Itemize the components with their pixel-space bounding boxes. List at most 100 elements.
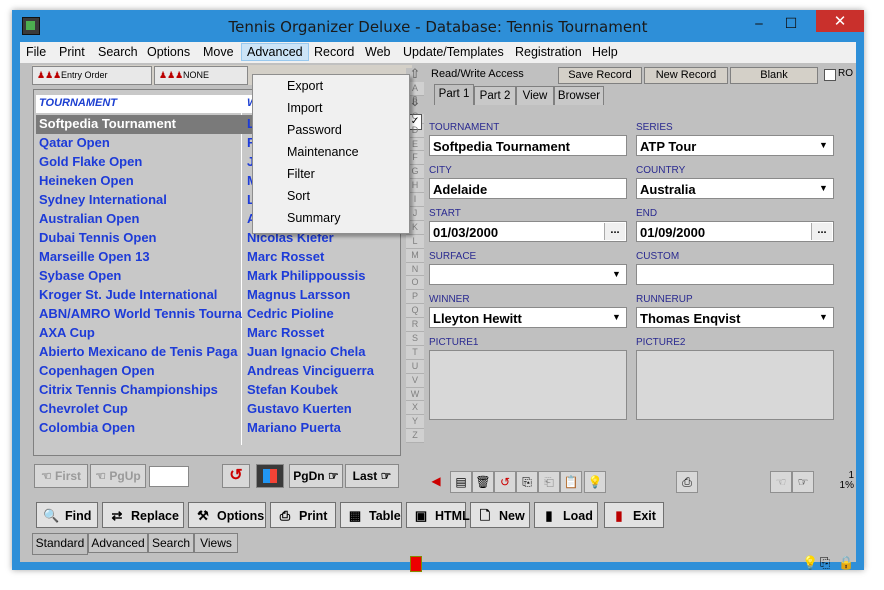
table-button[interactable]: ▦ Table [340, 502, 402, 528]
table-row[interactable]: ABN/AMRO World Tennis Tourna Cedric Pioli… [36, 305, 398, 324]
winner-cell[interactable]: Gustavo Kuerten [247, 401, 397, 416]
alpha-letter[interactable]: W [406, 387, 424, 402]
alpha-letter[interactable]: P [406, 290, 424, 305]
hand-right-icon[interactable]: ☞ [792, 471, 814, 493]
menu-password[interactable]: Password [253, 119, 409, 141]
trash-icon[interactable]: 🗑 [472, 471, 494, 493]
chevron-down-icon[interactable]: ▼ [815, 180, 832, 197]
paste-record-icon[interactable]: ⎗ [538, 471, 560, 493]
tab-advanced[interactable]: Advanced [88, 533, 148, 553]
lock-icon[interactable]: 🔒 [838, 555, 854, 571]
tournament-cell[interactable]: Qatar Open [39, 135, 242, 150]
tournament-cell[interactable]: AXA Cup [39, 325, 242, 340]
menu-summary[interactable]: Summary [253, 207, 409, 229]
tab-part-2[interactable]: Part 2 [474, 86, 516, 105]
sort-none-button[interactable]: ♟♟♟ NONE [154, 66, 248, 85]
tournament-cell[interactable]: Colombia Open [39, 420, 242, 435]
menu-import[interactable]: Import [253, 97, 409, 119]
chevron-down-icon[interactable]: ▼ [815, 309, 832, 326]
column-header-tournament[interactable]: TOURNAMENT [39, 97, 117, 109]
find-button[interactable]: 🔍 Find [36, 502, 98, 528]
tournament-cell[interactable]: Sybase Open [39, 268, 242, 283]
menu-registration[interactable]: Registration [515, 45, 582, 59]
exit-button[interactable]: ▮ Exit [604, 502, 664, 528]
maximize-button[interactable]: ☐ [778, 14, 804, 34]
table-row[interactable]: Marseille Open 13 Marc Rosset [36, 248, 398, 267]
winner-cell[interactable]: Marc Rosset [247, 325, 397, 340]
table-row[interactable]: Copenhagen Open Andreas Vinciguerra [36, 362, 398, 381]
alpha-letter[interactable]: Y [406, 415, 424, 430]
read-only-checkbox[interactable] [824, 69, 836, 81]
winner-cell[interactable]: Mariano Puerta [247, 420, 397, 435]
tournament-cell[interactable]: ABN/AMRO World Tennis Tourna [39, 306, 242, 321]
winner-cell[interactable]: Marc Rosset [247, 249, 397, 264]
last-button[interactable]: Last ☞ [345, 464, 399, 488]
tab-views[interactable]: Views [194, 533, 238, 553]
tournament-cell[interactable]: Copenhagen Open [39, 363, 242, 378]
tournament-cell[interactable]: Gold Flake Open [39, 154, 242, 169]
lightbulb-icon[interactable]: 💡 [802, 555, 818, 571]
alpha-letter[interactable]: U [406, 359, 424, 374]
export-record-icon[interactable]: ⎙ [676, 471, 698, 493]
table-row[interactable]: Sybase Open Mark Philippoussis [36, 267, 398, 286]
html-button[interactable]: ▣ HTML [406, 502, 470, 528]
tournament-cell[interactable]: Softpedia Tournament [39, 116, 242, 131]
first-button[interactable]: ☜ First [34, 464, 88, 488]
tab-standard[interactable]: Standard [32, 533, 88, 555]
print-icon[interactable]: ▤ [450, 471, 472, 493]
tournament-field[interactable]: Softpedia Tournament [429, 135, 627, 156]
menu-sort[interactable]: Sort [253, 185, 409, 207]
tournament-cell[interactable]: Heineken Open [39, 173, 242, 188]
menu-maintenance[interactable]: Maintenance [253, 141, 409, 163]
chevron-down-icon[interactable]: ▼ [815, 137, 832, 154]
surface-select[interactable]: ▼ [429, 264, 627, 285]
lightbulb-icon[interactable]: 💡 [584, 471, 606, 493]
grid-colors-icon[interactable] [256, 464, 284, 488]
menu-update-templates[interactable]: Update/Templates [403, 45, 504, 59]
chevron-down-icon[interactable]: ▼ [608, 309, 625, 326]
refresh-icon[interactable]: ↺ [494, 471, 516, 493]
new-record-button[interactable]: New Record [644, 67, 728, 84]
copy-record-icon[interactable]: ⎘ [516, 471, 538, 493]
alpha-letter[interactable]: S [406, 332, 424, 346]
title-bar[interactable]: Tennis Organizer Deluxe - Database: Tenn… [12, 10, 864, 42]
tournament-cell[interactable]: Chevrolet Cup [39, 401, 242, 416]
alpha-letter[interactable]: N [406, 262, 424, 277]
tournament-cell[interactable]: Sydney International [39, 192, 242, 207]
blank-button[interactable]: Blank [730, 67, 818, 84]
menu-help[interactable]: Help [592, 45, 618, 59]
winner-cell[interactable]: Cedric Pioline [247, 306, 397, 321]
menu-advanced[interactable]: Advanced [241, 43, 309, 61]
menu-print[interactable]: Print [59, 45, 85, 59]
tournament-cell[interactable]: Australian Open [39, 211, 242, 226]
menu-search[interactable]: Search [98, 45, 138, 59]
table-row[interactable]: Colombia Open Mariano Puerta [36, 419, 398, 438]
table-row[interactable]: AXA Cup Marc Rosset [36, 324, 398, 343]
alpha-letter[interactable]: X [406, 401, 424, 416]
alpha-letter[interactable]: M [406, 248, 424, 263]
sort-entry-order-button[interactable]: ♟♟♟ Entry Order [32, 66, 152, 85]
select-checkbox[interactable]: ✓ [408, 113, 422, 130]
country-select[interactable]: Australia ▼ [636, 178, 834, 199]
alpha-letter[interactable]: Z [406, 429, 424, 444]
tournament-cell[interactable]: Kroger St. Jude International [39, 287, 242, 302]
menu-filter[interactable]: Filter [253, 163, 409, 185]
alpha-letter[interactable]: T [406, 345, 424, 360]
table-row[interactable]: Abierto Mexicano de Tenis Paga Juan Ignac… [36, 343, 398, 362]
tournament-cell[interactable]: Abierto Mexicano de Tenis Paga [39, 344, 242, 359]
picture1-box[interactable] [429, 350, 627, 420]
tournament-cell[interactable]: Dubai Tennis Open [39, 230, 242, 245]
menu-record[interactable]: Record [314, 45, 354, 59]
alpha-letter[interactable]: Q [406, 304, 424, 319]
series-select[interactable]: ATP Tour ▼ [636, 135, 834, 156]
save-record-button[interactable]: Save Record [558, 67, 642, 84]
alpha-letter[interactable]: O [406, 276, 424, 291]
menu-web[interactable]: Web [365, 45, 390, 59]
menu-options[interactable]: Options [147, 45, 190, 59]
date-picker-button[interactable]: ... [604, 223, 625, 240]
picture2-box[interactable] [636, 350, 834, 420]
start-date-field[interactable]: 01/03/2000... [429, 221, 627, 242]
tab-view[interactable]: View [516, 86, 554, 105]
alpha-letter[interactable]: R [406, 318, 424, 333]
load-button[interactable]: ▮ Load [534, 502, 598, 528]
